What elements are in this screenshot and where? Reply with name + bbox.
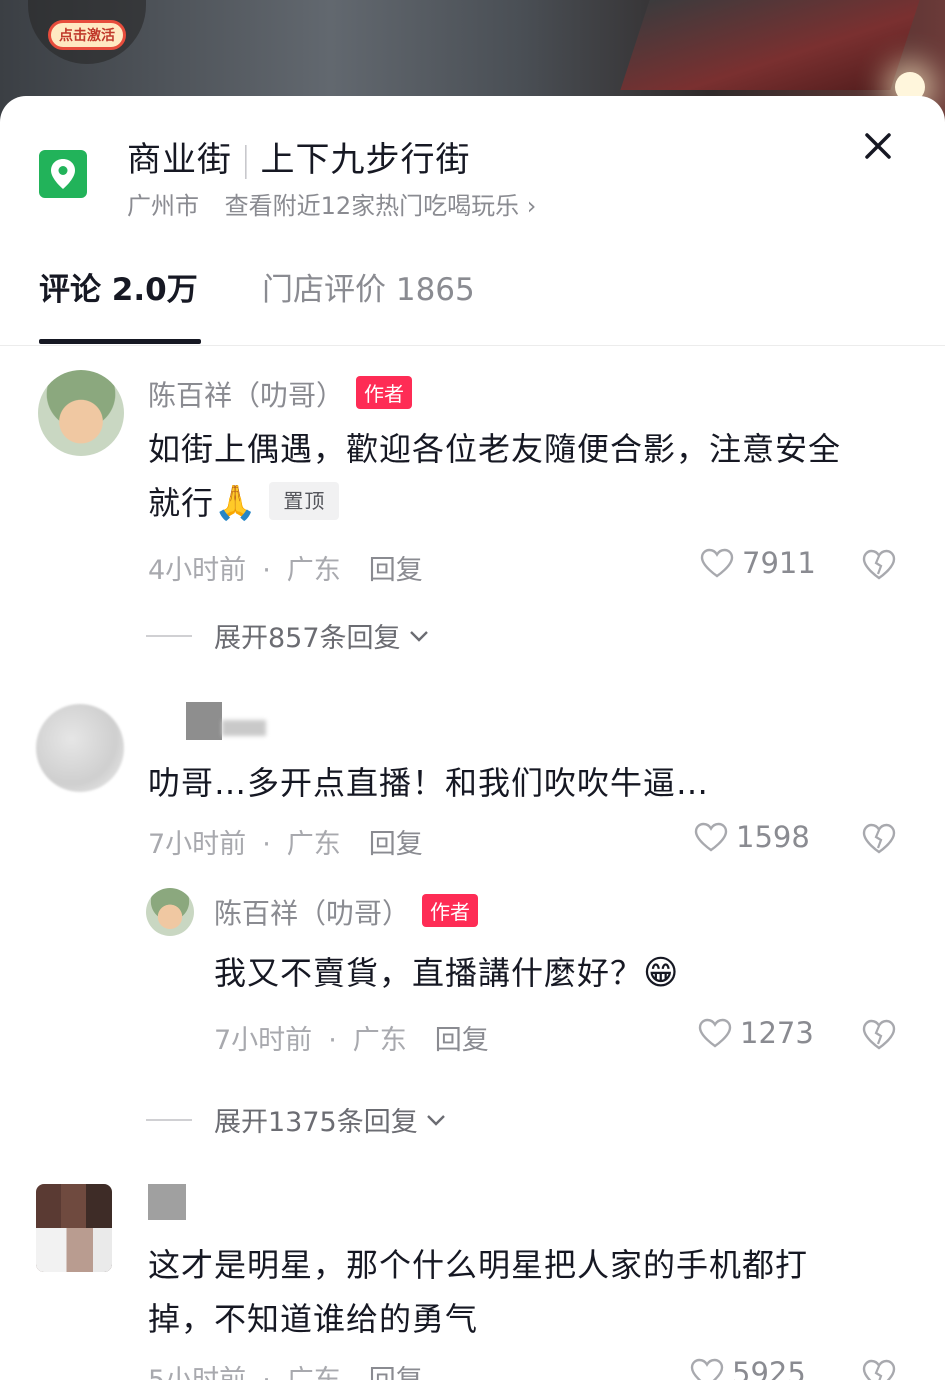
comment-username[interactable]: 陈百祥（叻哥） 作者 (148, 374, 413, 414)
nearby-link[interactable]: 查看附近12家热门吃喝玩乐 › (225, 192, 537, 220)
comment-text: 如街上偶遇，歡迎各位老友隨便合影，注意安全 就行🙏 置顶 (148, 422, 841, 530)
meta-separator: · (328, 1025, 337, 1056)
like-count: 7911 (742, 546, 816, 580)
comment-line: 如街上偶遇，歡迎各位老友隨便合影，注意安全 (148, 430, 842, 468)
expand-replies[interactable]: 展开1375条回复 (146, 1100, 448, 1139)
active-tab-indicator (39, 339, 201, 344)
tab-comments[interactable]: 评论 2.0万 (39, 264, 198, 309)
expand-divider (146, 1118, 192, 1121)
reply-button[interactable]: 回复 (369, 1365, 423, 1380)
meta-separator: · (262, 555, 271, 586)
meta-separator: · (262, 829, 271, 860)
expand-divider (146, 634, 192, 637)
expand-replies[interactable]: 展开857条回复 (146, 616, 431, 655)
close-icon[interactable] (858, 126, 898, 166)
avatar[interactable] (36, 1184, 112, 1272)
comment-line: 就行🙏 置顶 (148, 476, 841, 530)
comment-time: 7小时前 (148, 829, 247, 860)
meta-separator: · (262, 1365, 271, 1380)
location-subtitle[interactable]: 广州市 查看附近12家热门吃喝玩乐 › (127, 186, 536, 221)
reply-username[interactable]: 陈百祥（叻哥） 作者 (214, 892, 479, 932)
comment-line: 掉，不知道谁给的勇气 (148, 1300, 479, 1338)
comment-meta: 5小时前 · 广东 回复 (148, 1358, 423, 1380)
heart-icon[interactable] (690, 1358, 724, 1380)
location-title[interactable]: 商业街 | 上下九步行街 (127, 132, 470, 181)
broken-heart-icon[interactable] (862, 1358, 896, 1380)
reply-time: 7小时前 (214, 1025, 313, 1056)
comment-meta: 4小时前 · 广东 回复 (148, 548, 423, 587)
location-city: 广州市 (127, 192, 199, 220)
promo-label[interactable]: 点击激活 (48, 20, 126, 50)
map-pin-icon (39, 150, 87, 198)
comment-line: 这才是明星，那个什么明星把人家的手机都打 (148, 1246, 809, 1284)
avatar[interactable] (38, 370, 124, 456)
reply-avatar[interactable] (146, 888, 194, 936)
redacted-username-blur (222, 720, 266, 736)
reply-region: 广东 (352, 1025, 407, 1056)
comment-text: 叻哥…多开点直播！和我们吹吹牛逼… (148, 764, 710, 802)
comment-region: 广东 (286, 829, 341, 860)
author-badge: 作者 (356, 376, 413, 409)
reply-button[interactable]: 回复 (435, 1025, 489, 1056)
redacted-username (148, 1184, 186, 1220)
comment-text: 这才是明星，那个什么明星把人家的手机都打 掉，不知道谁给的勇气 (148, 1238, 808, 1346)
comment-sheet: 商业街 | 上下九步行街 广州市 查看附近12家热门吃喝玩乐 › 评论 2.0万 门… (0, 96, 945, 1380)
like-button[interactable]: 1598 (694, 820, 810, 854)
like-count: 1273 (740, 1016, 814, 1050)
expand-label[interactable]: 展开857条回复 (214, 616, 401, 655)
chevron-down-icon[interactable] (424, 1112, 448, 1128)
like-count: 5925 (732, 1356, 806, 1380)
comment-region: 广东 (287, 1365, 341, 1380)
like-button[interactable]: 1273 (698, 1016, 814, 1050)
reply-button[interactable]: 回复 (369, 555, 423, 586)
praying-hands-emoji: 🙏 (214, 483, 258, 523)
title-divider: | (240, 140, 253, 180)
broken-heart-icon[interactable] (862, 1018, 896, 1052)
heart-icon[interactable] (700, 548, 734, 578)
reply-meta: 7小时前 · 广东 回复 (214, 1018, 489, 1057)
location-header[interactable]: 商业街 | 上下九步行街 广州市 查看附近12家热门吃喝玩乐 › (0, 96, 945, 236)
reply-text: 我又不賣貨，直播講什麼好？😁 (214, 953, 680, 993)
reply-button[interactable]: 回复 (369, 829, 423, 860)
broken-heart-icon[interactable] (862, 548, 896, 582)
comment-time: 5小时前 (148, 1365, 246, 1380)
shop-awning (620, 0, 920, 90)
like-button[interactable]: 5925 (690, 1356, 806, 1380)
close-button[interactable] (858, 126, 898, 166)
grinning-emoji: 😁 (643, 953, 680, 993)
comment-time: 4小时前 (148, 555, 247, 586)
comment-region: 广东 (286, 555, 341, 586)
comment-meta: 7小时前 · 广东 回复 (148, 822, 423, 861)
pinned-badge: 置顶 (269, 482, 340, 520)
location-name: 商业街 (127, 140, 232, 180)
avatar[interactable] (36, 704, 124, 792)
like-count: 1598 (736, 820, 810, 854)
tab-store-reviews[interactable]: 门店评价 1865 (262, 264, 475, 309)
chevron-down-icon[interactable] (407, 628, 431, 644)
expand-label[interactable]: 展开1375条回复 (214, 1100, 418, 1139)
heart-icon[interactable] (694, 822, 728, 852)
broken-heart-icon[interactable] (862, 822, 896, 856)
location-area: 上下九步行街 (260, 140, 471, 180)
redacted-username (186, 702, 222, 740)
heart-icon[interactable] (698, 1018, 732, 1048)
like-button[interactable]: 7911 (700, 546, 816, 580)
tab-bar: 评论 2.0万 门店评价 1865 (0, 246, 945, 346)
author-badge: 作者 (422, 894, 479, 927)
